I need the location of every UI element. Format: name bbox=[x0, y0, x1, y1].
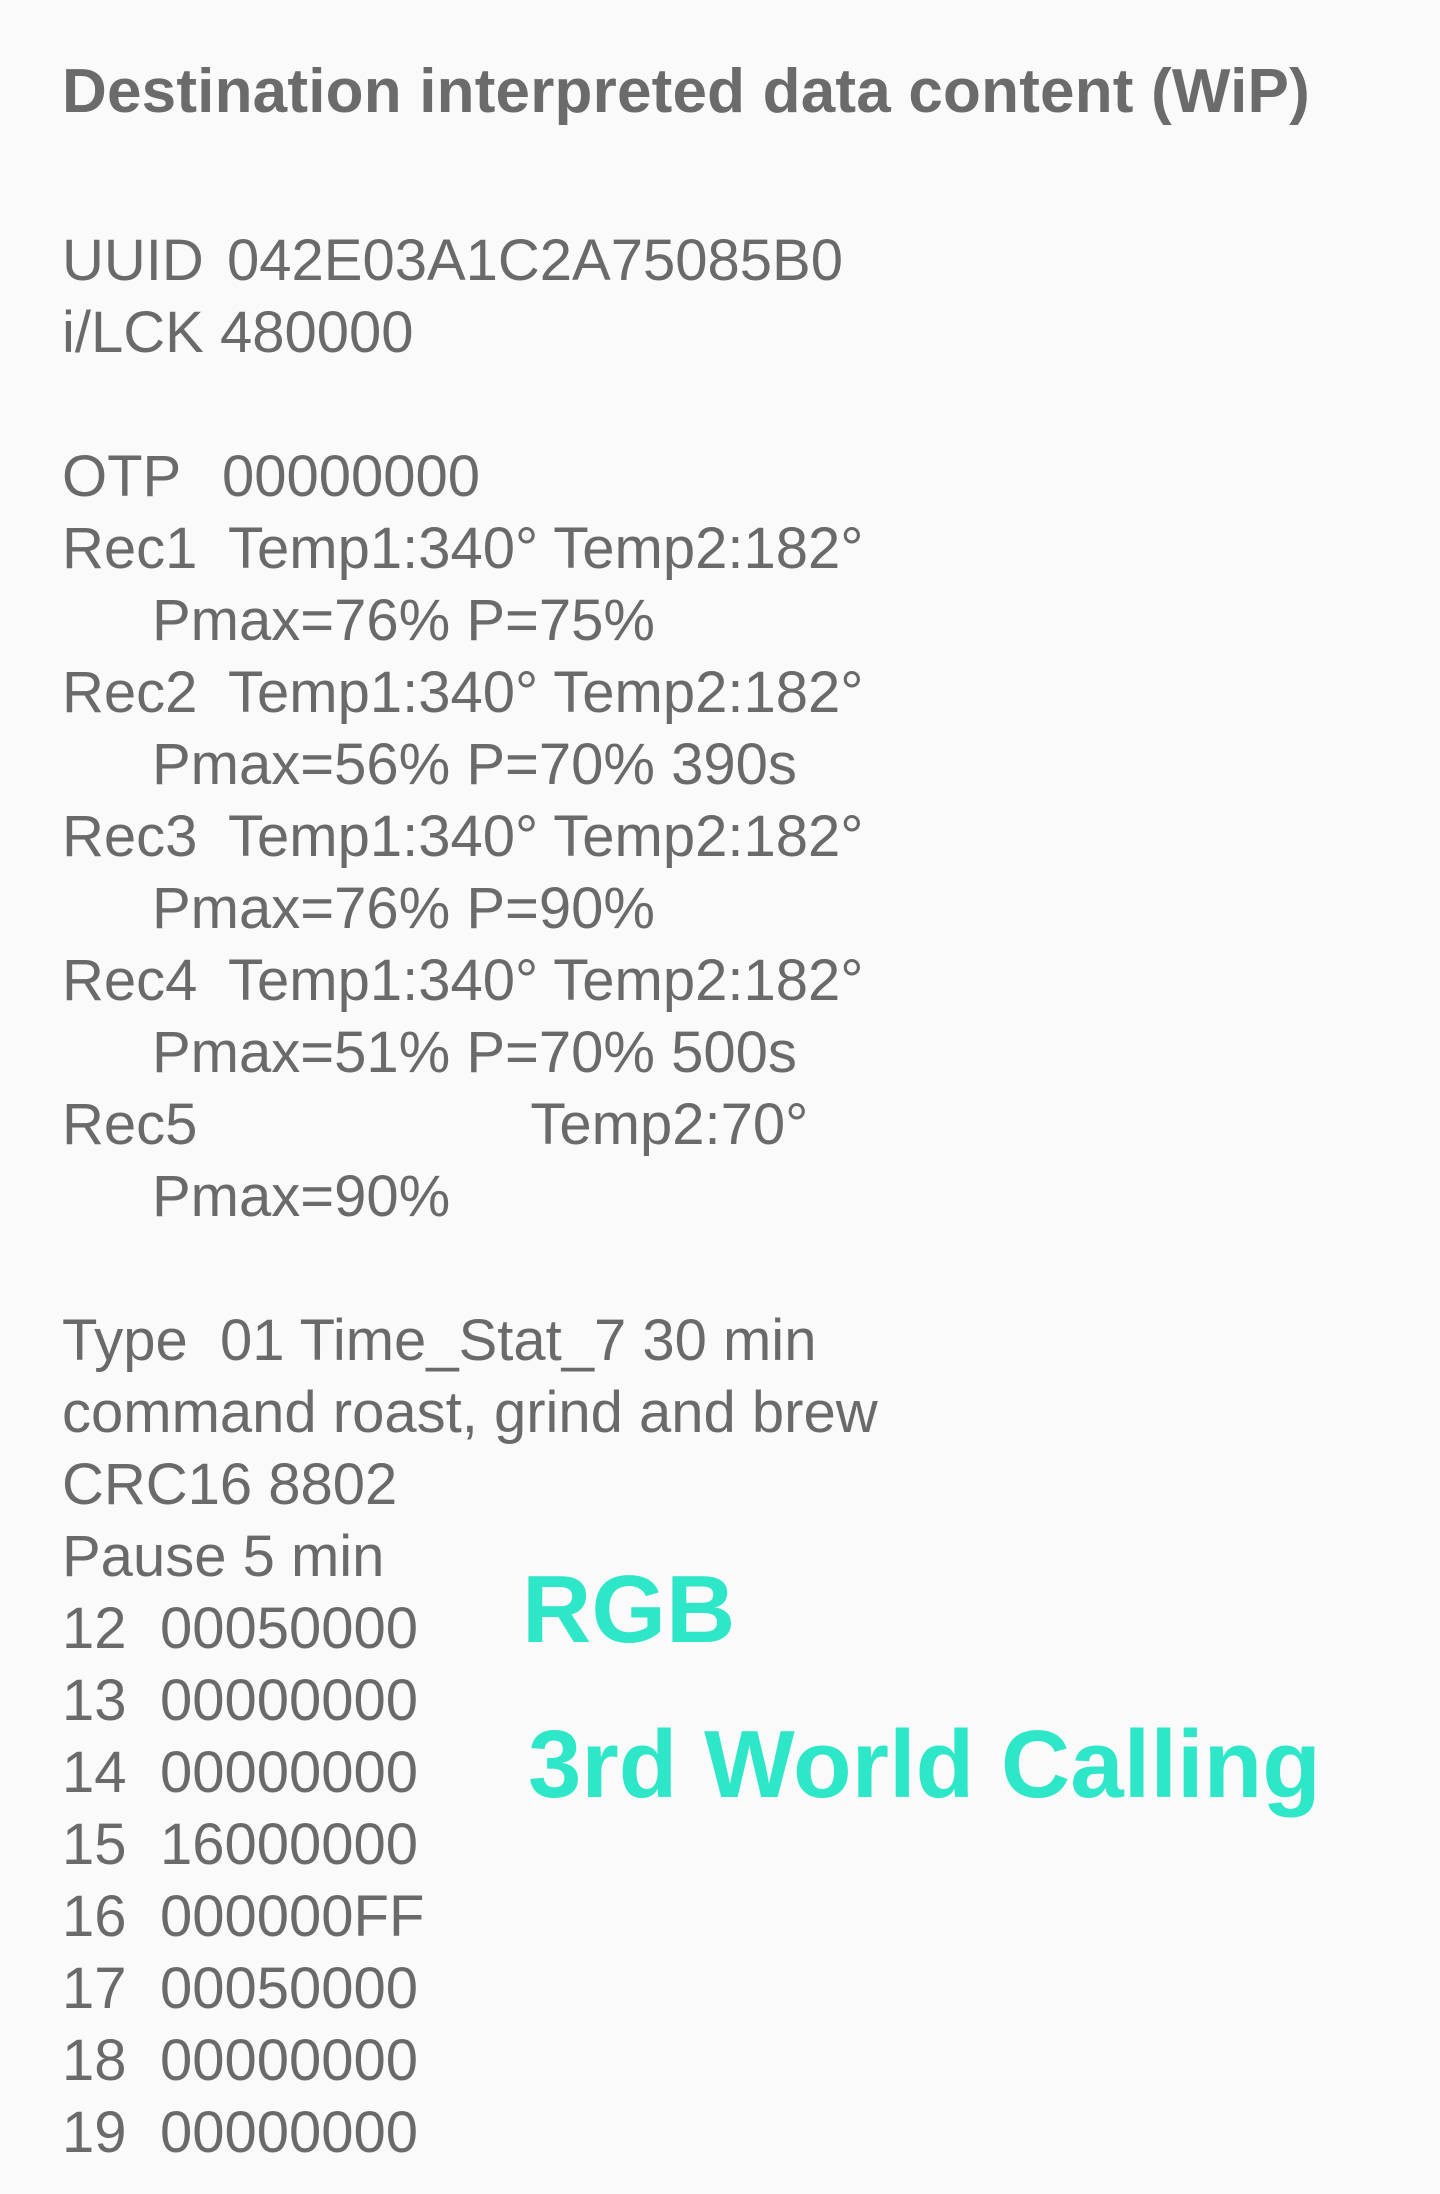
register-index: 18 bbox=[62, 2028, 127, 2093]
crc-row: CRC16 8802 bbox=[62, 1452, 398, 1517]
record-row: Rec5 Temp2:70° bbox=[62, 1089, 1362, 1161]
type-value: 01 Time_Stat_7 30 min bbox=[220, 1308, 817, 1373]
record-temp1: Temp1:340° bbox=[228, 948, 539, 1013]
register-index: 13 bbox=[62, 1668, 127, 1733]
record-temp1: Temp1:340° bbox=[228, 516, 539, 581]
record-temp2: Temp2:182° bbox=[553, 660, 864, 725]
data-content: UUID 042E03A1C2A75085B0 i/LCK 480000 OTP 0… bbox=[62, 225, 1362, 2169]
overlay-calling-text: 3rd World Calling bbox=[528, 1711, 1321, 1818]
record-detail: Pmax=76% P=75% bbox=[152, 588, 655, 653]
register-value: 16000000 bbox=[160, 1812, 419, 1877]
uuid-value: 042E03A1C2A75085B0 bbox=[227, 228, 843, 293]
type-label: Type bbox=[62, 1308, 188, 1373]
record-temp2: Temp2:182° bbox=[553, 804, 864, 869]
record-temp2: Temp2:182° bbox=[553, 948, 864, 1013]
uuid-label: UUID bbox=[62, 228, 204, 293]
record-label: Rec2 bbox=[62, 660, 198, 725]
record-row: Rec4 Temp1:340° Temp2:182° bbox=[62, 945, 1362, 1017]
register-value: 00000000 bbox=[160, 1740, 419, 1805]
record-label: Rec3 bbox=[62, 804, 198, 869]
otp-row: OTP 00000000 bbox=[62, 441, 1362, 513]
record-row: Rec2 Temp1:340° Temp2:182° bbox=[62, 657, 1362, 729]
record-label: Rec4 bbox=[62, 948, 198, 1013]
register-index: 15 bbox=[62, 1812, 127, 1877]
overlay-rgb-text: RGB bbox=[522, 1556, 736, 1663]
record-label: Rec5 bbox=[62, 1092, 198, 1157]
lck-value: 480000 bbox=[219, 300, 414, 365]
register-value: 000000FF bbox=[160, 1884, 425, 1949]
register-value: 00000000 bbox=[160, 2100, 419, 2165]
record-temp1: Temp1:340° bbox=[228, 804, 539, 869]
register-index: 17 bbox=[62, 1956, 127, 2021]
record-temp2: Temp2:182° bbox=[553, 516, 864, 581]
otp-label: OTP bbox=[62, 444, 182, 509]
record-label: Rec1 bbox=[62, 516, 198, 581]
register-value: 00000000 bbox=[160, 2028, 419, 2093]
record-row: Rec3 Temp1:340° Temp2:182° bbox=[62, 801, 1362, 873]
register-row: 16 000000FF bbox=[62, 1881, 1362, 1953]
register-row: 18 00000000 bbox=[62, 2025, 1362, 2097]
register-index: 16 bbox=[62, 1884, 127, 1949]
record-row: Rec1 Temp1:340° Temp2:182° bbox=[62, 513, 1362, 585]
page-title: Destination interpreted data content (Wi… bbox=[62, 57, 1310, 126]
record-detail: Pmax=51% P=70% 500s bbox=[152, 1020, 797, 1085]
uuid-row: UUID 042E03A1C2A75085B0 bbox=[62, 225, 1362, 297]
screen: Destination interpreted data content (Wi… bbox=[0, 0, 1440, 2194]
register-row: 19 00000000 bbox=[62, 2097, 1362, 2169]
register-row: 17 00050000 bbox=[62, 1953, 1362, 2025]
record-temp1: Temp1:340° bbox=[228, 660, 539, 725]
register-index: 19 bbox=[62, 2100, 127, 2165]
type-row: Type 01 Time_Stat_7 30 min bbox=[62, 1305, 1362, 1377]
otp-value: 00000000 bbox=[222, 444, 481, 509]
command-row: command roast, grind and brew bbox=[62, 1380, 878, 1445]
lck-row: i/LCK 480000 bbox=[62, 297, 1362, 369]
register-value: 00050000 bbox=[160, 1596, 419, 1661]
register-value: 00050000 bbox=[160, 1956, 419, 2021]
record-detail: Pmax=56% P=70% 390s bbox=[152, 732, 797, 797]
record-detail: Pmax=76% P=90% bbox=[152, 876, 655, 941]
register-value: 00000000 bbox=[160, 1668, 419, 1733]
record-temp2: Temp2:70° bbox=[530, 1092, 809, 1157]
register-index: 14 bbox=[62, 1740, 127, 1805]
register-index: 12 bbox=[62, 1596, 127, 1661]
record-detail: Pmax=90% bbox=[152, 1164, 451, 1229]
lck-label: i/LCK bbox=[62, 300, 204, 365]
